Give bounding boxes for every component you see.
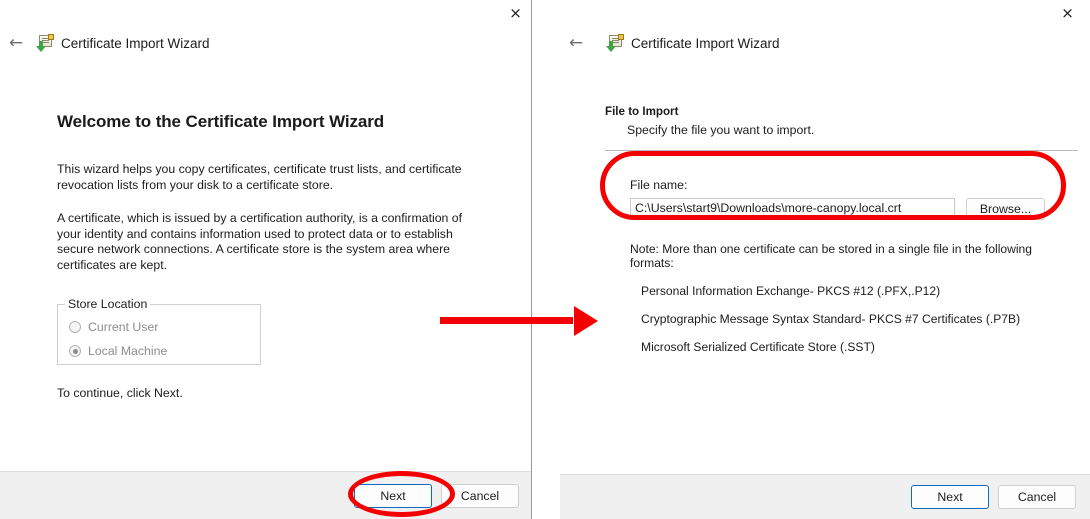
window-title-left: Certificate Import Wizard [61, 35, 210, 51]
radio-option-local-machine[interactable]: Local Machine [58, 339, 260, 363]
certificate-import-wizard-window-step1: × ← Certificate Import Wizard Welcome to… [0, 0, 532, 519]
radio-current-user-indicator[interactable] [69, 321, 81, 333]
radio-current-user-label: Current User [88, 320, 159, 334]
page-title: Welcome to the Certificate Import Wizard [57, 112, 385, 131]
next-button[interactable]: Next [354, 483, 432, 508]
radio-local-machine-indicator[interactable] [69, 345, 81, 357]
window-title-right: Certificate Import Wizard [631, 35, 780, 51]
footer-left: Next Cancel [0, 471, 531, 519]
wizard-nav-row-right: ← Certificate Import Wizard [565, 31, 1090, 55]
wizard-page-content-right: File to Import Specify the file you want… [560, 105, 1090, 354]
import-arrow-head-shape [36, 45, 46, 52]
format-item-p7b: Cryptographic Message Syntax Standard- P… [641, 312, 1021, 326]
header-separator [605, 150, 1078, 151]
back-arrow-icon[interactable]: ← [5, 32, 27, 54]
format-item-pfx: Personal Information Exchange- PKCS #12 … [641, 284, 941, 298]
close-icon[interactable]: × [493, 0, 538, 26]
cancel-button[interactable]: Cancel [998, 485, 1076, 509]
file-name-input[interactable] [630, 198, 955, 219]
browse-button[interactable]: Browse... [966, 198, 1045, 220]
format-item-sst: Microsoft Serialized Certificate Store (… [641, 340, 875, 354]
continue-hint: To continue, click Next. [57, 386, 183, 400]
certificate-import-icon [36, 33, 54, 52]
cancel-button[interactable]: Cancel [441, 483, 519, 508]
import-arrow-head-shape [606, 45, 616, 52]
wizard-page-content-left: Welcome to the Certificate Import Wizard… [0, 112, 531, 402]
formats-note-intro: Note: More than one certificate can be s… [630, 242, 1033, 270]
certificate-import-icon [606, 33, 624, 52]
back-arrow-icon[interactable]: ← [565, 32, 587, 54]
step-heading: File to Import [605, 105, 679, 118]
intro-paragraph-2: A certificate, which is issued by a cert… [57, 211, 463, 272]
store-location-groupbox: Store Location Current User Local Machin… [57, 297, 261, 365]
file-name-label: File name: [630, 178, 688, 192]
radio-option-current-user[interactable]: Current User [58, 315, 260, 339]
certificate-seal-shape [618, 33, 624, 40]
file-name-row: Browse... [605, 198, 1078, 220]
titlebar-right: × [560, 0, 1090, 30]
wizard-nav-row-left: ← Certificate Import Wizard [5, 31, 531, 55]
radio-local-machine-label: Local Machine [88, 344, 168, 358]
store-location-legend: Store Location [65, 297, 151, 311]
certificate-seal-shape [48, 33, 54, 40]
step-subheading: Specify the file you want to import. [627, 123, 815, 137]
intro-paragraph-1: This wizard helps you copy certificates,… [57, 162, 462, 192]
close-icon[interactable]: × [1045, 0, 1090, 26]
next-button[interactable]: Next [911, 485, 989, 509]
footer-right: Next Cancel [560, 474, 1090, 519]
titlebar-left: × [0, 0, 531, 30]
certificate-import-wizard-window-step2: × ← Certificate Import Wizard File to Im… [560, 0, 1090, 519]
